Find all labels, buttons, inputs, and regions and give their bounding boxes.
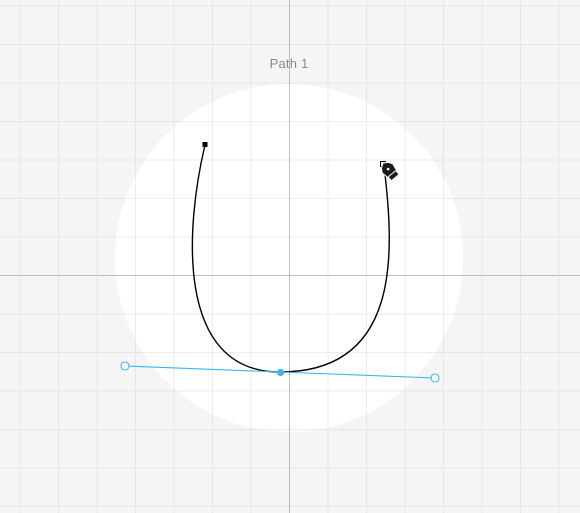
left-control-handle[interactable] xyxy=(120,361,130,371)
canvas-surface[interactable] xyxy=(0,0,580,513)
selected-anchor-point[interactable] xyxy=(276,368,285,377)
path-name-label: Path 1 xyxy=(269,56,309,71)
right-control-handle[interactable] xyxy=(430,373,440,383)
start-anchor-point[interactable] xyxy=(202,142,208,147)
vector-canvas[interactable]: Path 1 xyxy=(0,0,580,513)
